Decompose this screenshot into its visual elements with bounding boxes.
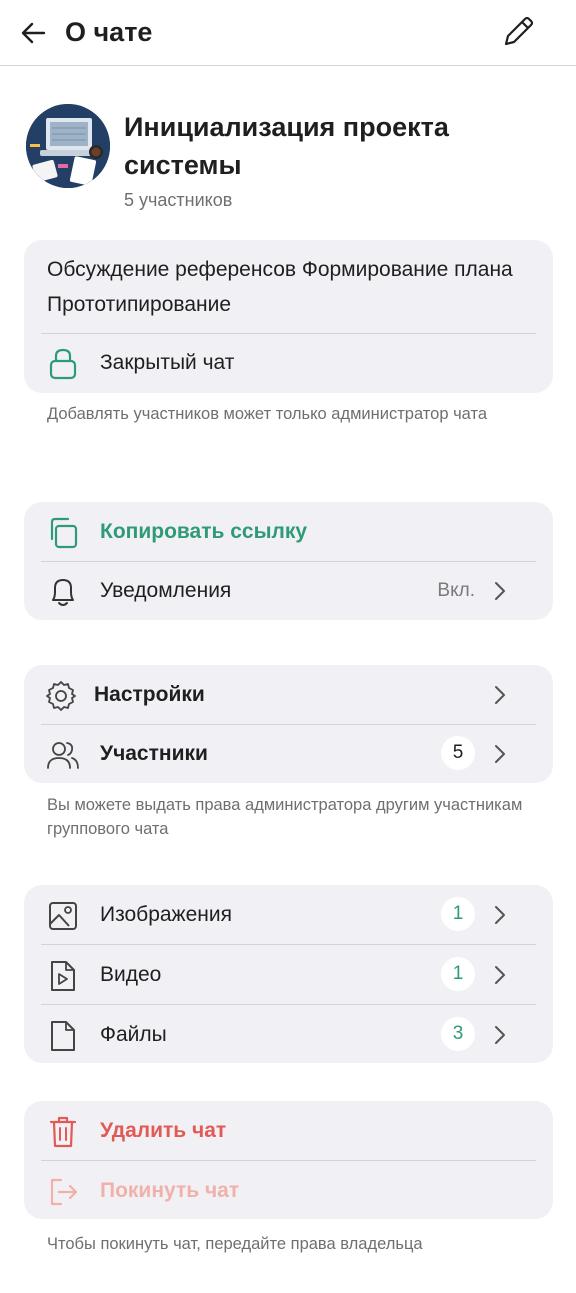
- copy-link-label: Копировать ссылку: [100, 520, 308, 543]
- notifications-label: Уведомления: [100, 579, 232, 602]
- delete-chat-button[interactable]: Удалить чат: [24, 1101, 553, 1161]
- members-label: Участники: [100, 742, 208, 765]
- notifications-value: Вкл.: [437, 580, 475, 601]
- leave-chat-note: Чтобы покинуть чат, передайте права влад…: [47, 1235, 423, 1253]
- manage-card: Настройки Участники 5: [24, 665, 553, 783]
- video-file-icon: [46, 959, 80, 993]
- closed-chat-label: Закрытый чат: [100, 351, 235, 374]
- media-card: Изображения 1 Видео 1 Файлы 3: [24, 885, 553, 1063]
- video-row[interactable]: Видео 1: [24, 945, 553, 1005]
- chat-title: Инициализация проекта системы: [124, 112, 449, 180]
- chevron-right-icon: [489, 684, 511, 706]
- closed-chat-note: Добавлять участников может только админи…: [47, 405, 488, 423]
- files-label: Файлы: [100, 1023, 167, 1046]
- lock-icon: [46, 347, 80, 381]
- chat-description: Обсуждение референсов Формирование плана…: [47, 258, 513, 316]
- bell-icon: [46, 575, 80, 609]
- settings-label: Настройки: [94, 683, 205, 706]
- users-icon: [46, 738, 80, 772]
- chevron-right-icon: [489, 904, 511, 926]
- files-row[interactable]: Файлы 3: [24, 1005, 553, 1065]
- chevron-right-icon: [489, 580, 511, 602]
- trash-icon: [46, 1115, 80, 1149]
- file-icon: [46, 1019, 80, 1053]
- pencil-icon: [504, 16, 534, 46]
- page-title: О чате: [65, 17, 153, 47]
- delete-chat-label: Удалить чат: [100, 1119, 227, 1142]
- chat-avatar[interactable]: [26, 104, 110, 188]
- actions-card: Копировать ссылку Уведомления Вкл.: [24, 502, 553, 620]
- chat-description-card: Обсуждение референсов Формирование плана…: [24, 240, 553, 393]
- files-count-badge: 3: [441, 1017, 475, 1051]
- workspace-illustration-icon: [26, 104, 110, 188]
- back-button[interactable]: [14, 14, 52, 52]
- copy-link-button[interactable]: Копировать ссылку: [24, 502, 553, 562]
- members-row[interactable]: Участники 5: [24, 724, 553, 784]
- image-icon: [46, 899, 80, 933]
- closed-chat-row: Закрытый чат: [24, 333, 553, 393]
- images-count-badge: 1: [441, 897, 475, 931]
- copy-icon: [46, 516, 80, 550]
- arrow-left-icon: [21, 22, 46, 44]
- gear-icon: [44, 679, 78, 713]
- logout-icon: [46, 1175, 80, 1209]
- video-label: Видео: [100, 963, 162, 986]
- images-label: Изображения: [100, 903, 232, 926]
- settings-row[interactable]: Настройки: [24, 665, 553, 725]
- video-count-badge: 1: [441, 957, 475, 991]
- images-row[interactable]: Изображения 1: [24, 885, 553, 945]
- app-header: О чате: [0, 0, 576, 66]
- notifications-row[interactable]: Уведомления Вкл.: [24, 561, 553, 621]
- leave-chat-button[interactable]: Покинуть чат: [24, 1161, 553, 1221]
- chevron-right-icon: [489, 1024, 511, 1046]
- chevron-right-icon: [489, 964, 511, 986]
- members-count-text: 5 участников: [124, 190, 233, 210]
- danger-card: Удалить чат Покинуть чат: [24, 1101, 553, 1219]
- edit-button[interactable]: [498, 12, 538, 52]
- admin-rights-note: Вы можете выдать права администратора др…: [47, 796, 523, 838]
- chevron-right-icon: [489, 743, 511, 765]
- members-count-badge: 5: [441, 736, 475, 770]
- leave-chat-label: Покинуть чат: [100, 1179, 240, 1202]
